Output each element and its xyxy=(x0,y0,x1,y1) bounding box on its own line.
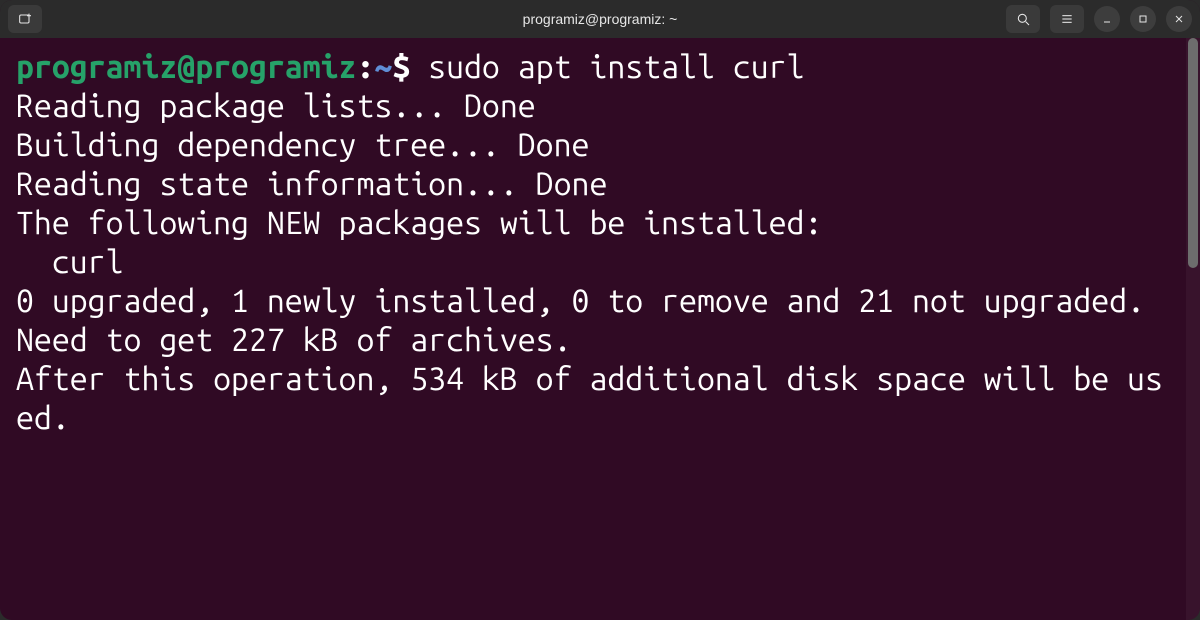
minimize-icon xyxy=(1101,13,1113,25)
search-icon xyxy=(1015,11,1031,27)
output-line: Reading state information... Done xyxy=(16,166,607,202)
output-line: curl xyxy=(16,244,124,280)
menu-button[interactable] xyxy=(1050,5,1084,33)
hamburger-icon xyxy=(1059,11,1075,27)
titlebar-right-controls xyxy=(1006,5,1192,33)
search-button[interactable] xyxy=(1006,5,1040,33)
new-tab-button[interactable] xyxy=(8,5,42,33)
prompt-user-host: programiz@programiz xyxy=(16,49,356,85)
window-title: programiz@programiz: ~ xyxy=(523,11,678,27)
output-line: Reading package lists... Done xyxy=(16,88,536,124)
maximize-button[interactable] xyxy=(1130,6,1156,32)
output-line: After this operation, 534 kB of addition… xyxy=(16,361,1163,436)
output-line: 0 upgraded, 1 newly installed, 0 to remo… xyxy=(16,283,1145,319)
terminal-window: programiz@programiz: ~ xyxy=(0,0,1200,620)
terminal-body-wrap: programiz@programiz:~$ sudo apt install … xyxy=(0,38,1200,620)
minimize-button[interactable] xyxy=(1094,6,1120,32)
close-icon xyxy=(1173,13,1185,25)
prompt-symbol: $ xyxy=(392,49,410,85)
output-line: The following NEW packages will be insta… xyxy=(16,205,822,241)
output-line: Need to get 227 kB of archives. xyxy=(16,322,572,358)
new-tab-icon xyxy=(17,11,33,27)
output-line: Building dependency tree... Done xyxy=(16,127,589,163)
terminal-body[interactable]: programiz@programiz:~$ sudo apt install … xyxy=(0,38,1186,620)
titlebar: programiz@programiz: ~ xyxy=(0,0,1200,38)
prompt-separator: : xyxy=(356,49,374,85)
prompt-path: ~ xyxy=(374,49,392,85)
scrollbar-thumb[interactable] xyxy=(1188,38,1198,268)
maximize-icon xyxy=(1137,13,1149,25)
scrollbar[interactable] xyxy=(1186,38,1200,620)
command-text: sudo apt install curl xyxy=(428,49,804,85)
close-button[interactable] xyxy=(1166,6,1192,32)
